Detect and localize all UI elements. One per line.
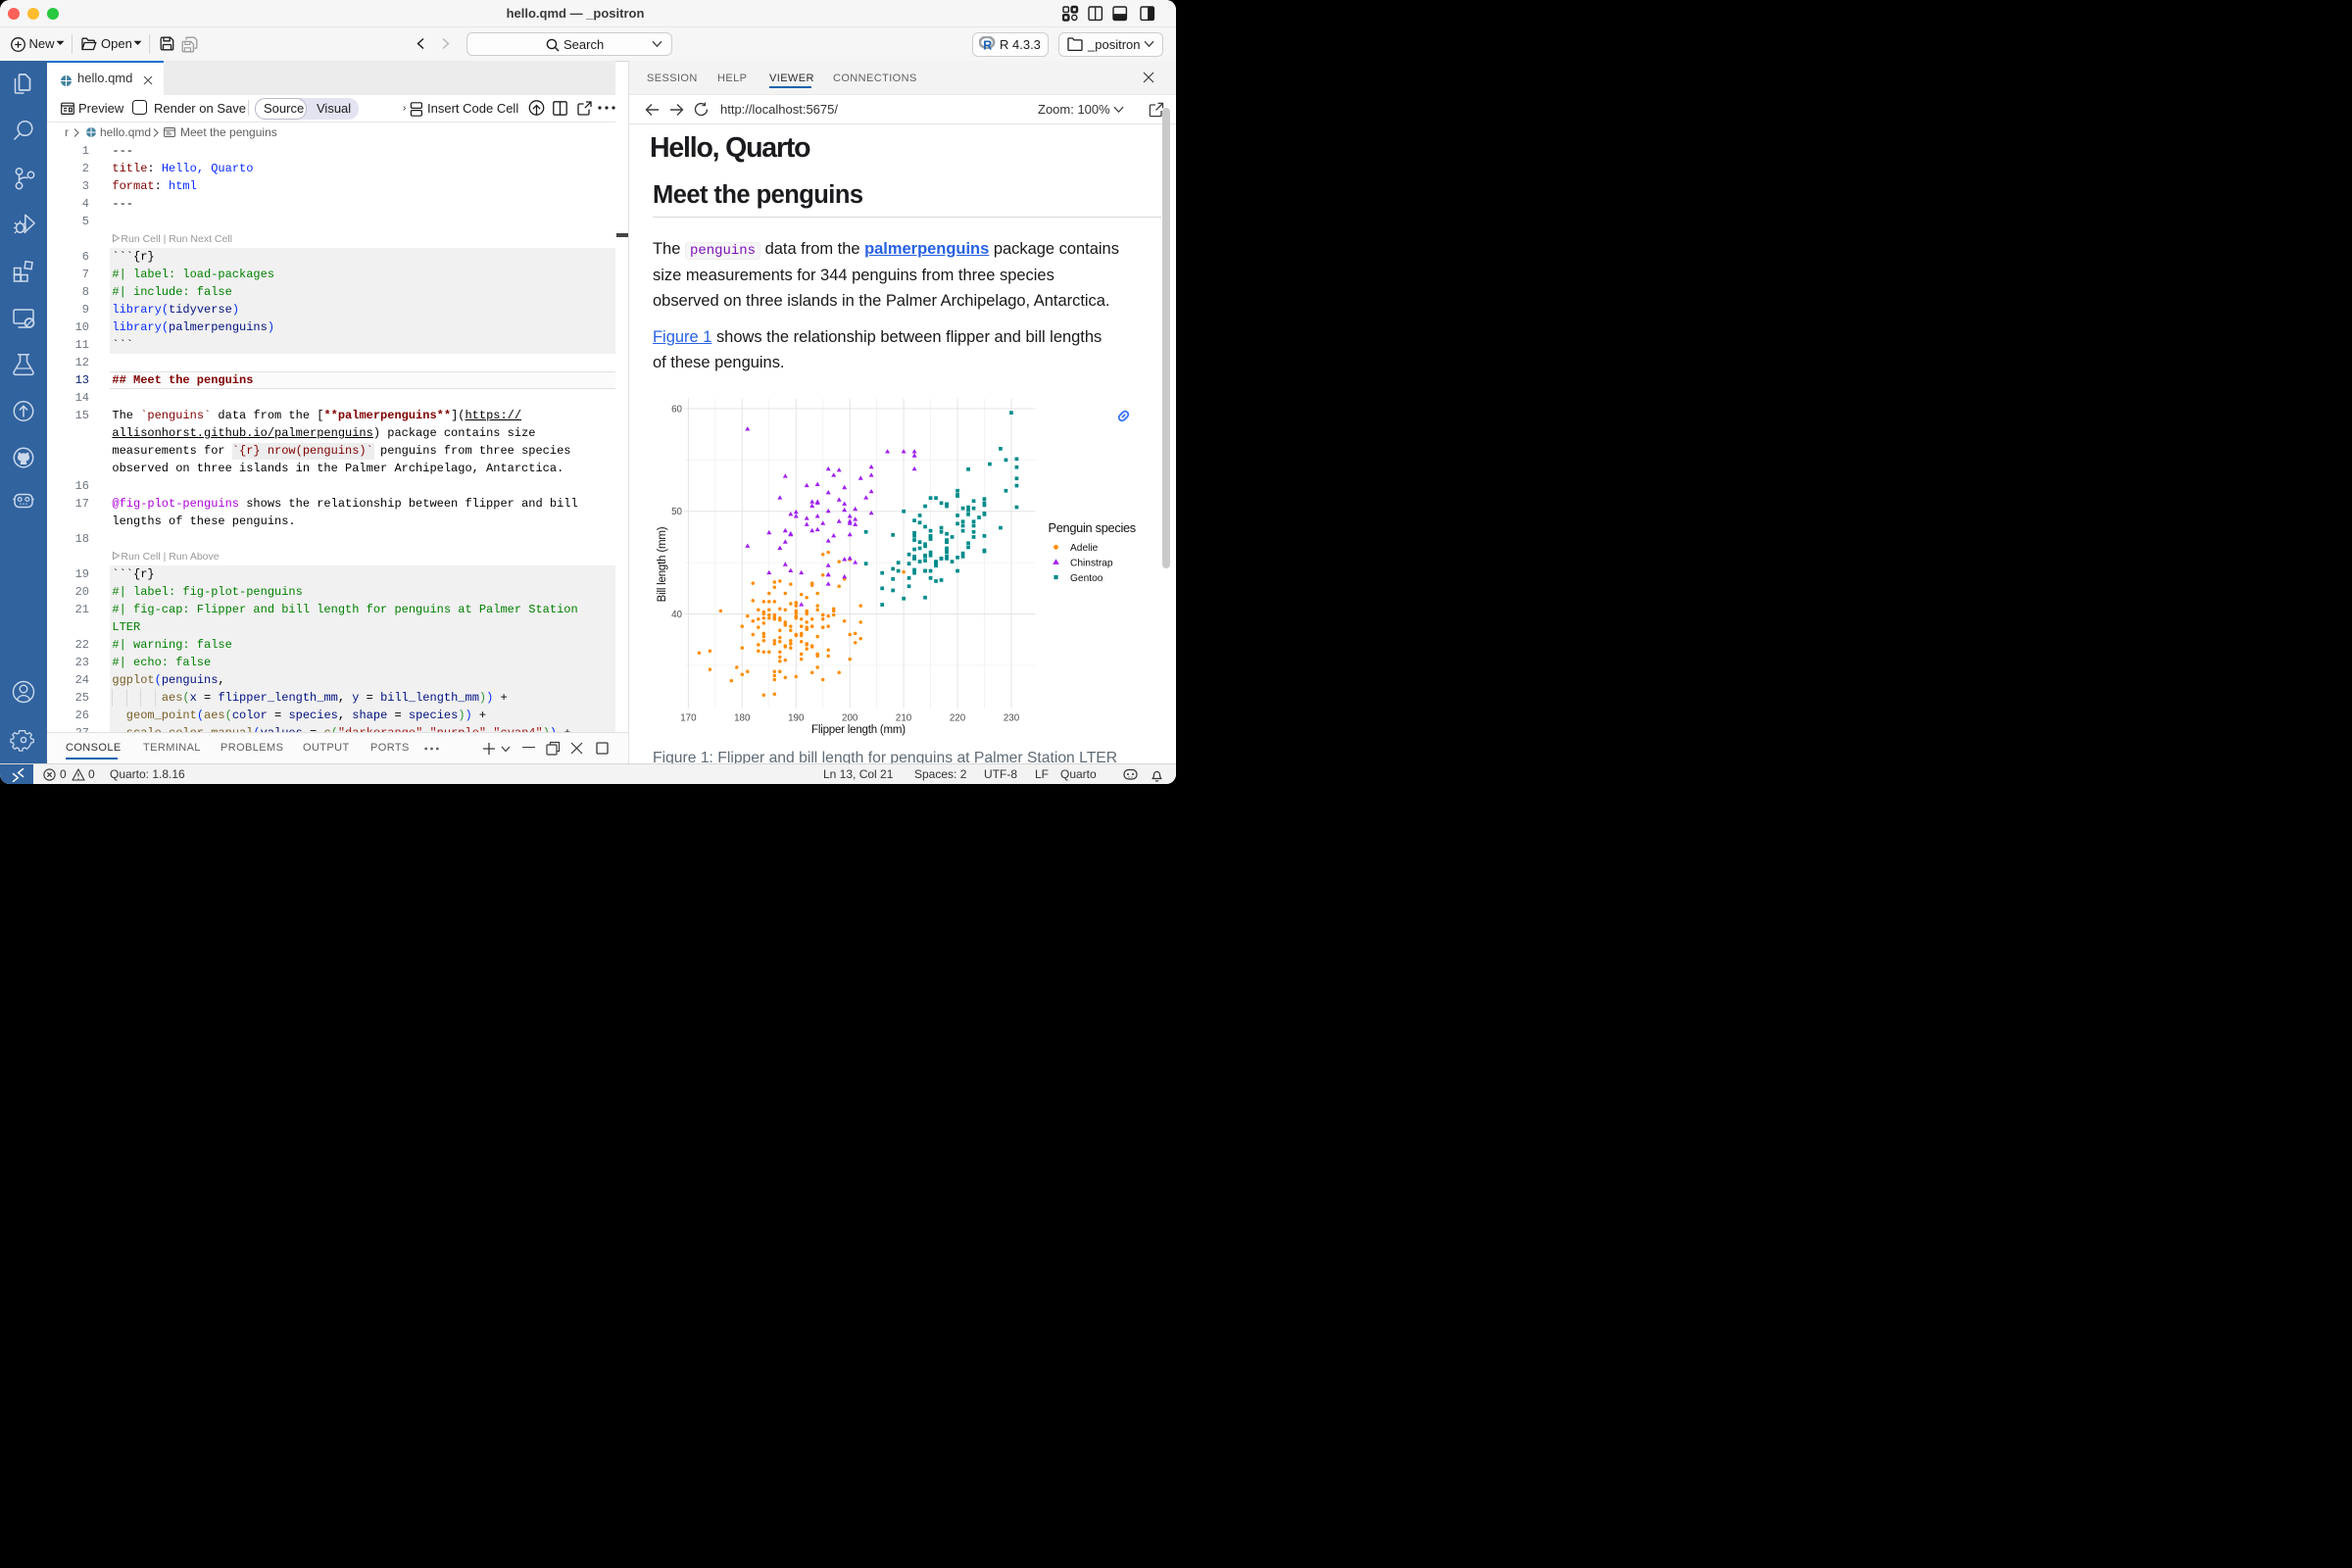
- svg-text:40: 40: [671, 610, 682, 620]
- svg-text:170: 170: [680, 713, 697, 724]
- svg-text:Bill length (mm): Bill length (mm): [657, 526, 668, 602]
- svg-text:220: 220: [950, 713, 966, 724]
- svg-text:R: R: [983, 38, 992, 51]
- svg-text:180: 180: [734, 713, 751, 724]
- svg-text:Adelie: Adelie: [1070, 543, 1099, 554]
- svg-text:50: 50: [671, 507, 682, 517]
- svg-text:Flipper length (mm): Flipper length (mm): [811, 724, 906, 736]
- svg-text:190: 190: [788, 713, 805, 724]
- svg-text:Gentoo: Gentoo: [1070, 573, 1103, 584]
- svg-text:Chinstrap: Chinstrap: [1070, 559, 1113, 569]
- svg-text:230: 230: [1004, 713, 1020, 724]
- svg-text:200: 200: [842, 713, 858, 724]
- svg-text:60: 60: [671, 405, 682, 416]
- svg-text:210: 210: [896, 713, 912, 724]
- svg-text:Penguin species: Penguin species: [1049, 520, 1136, 535]
